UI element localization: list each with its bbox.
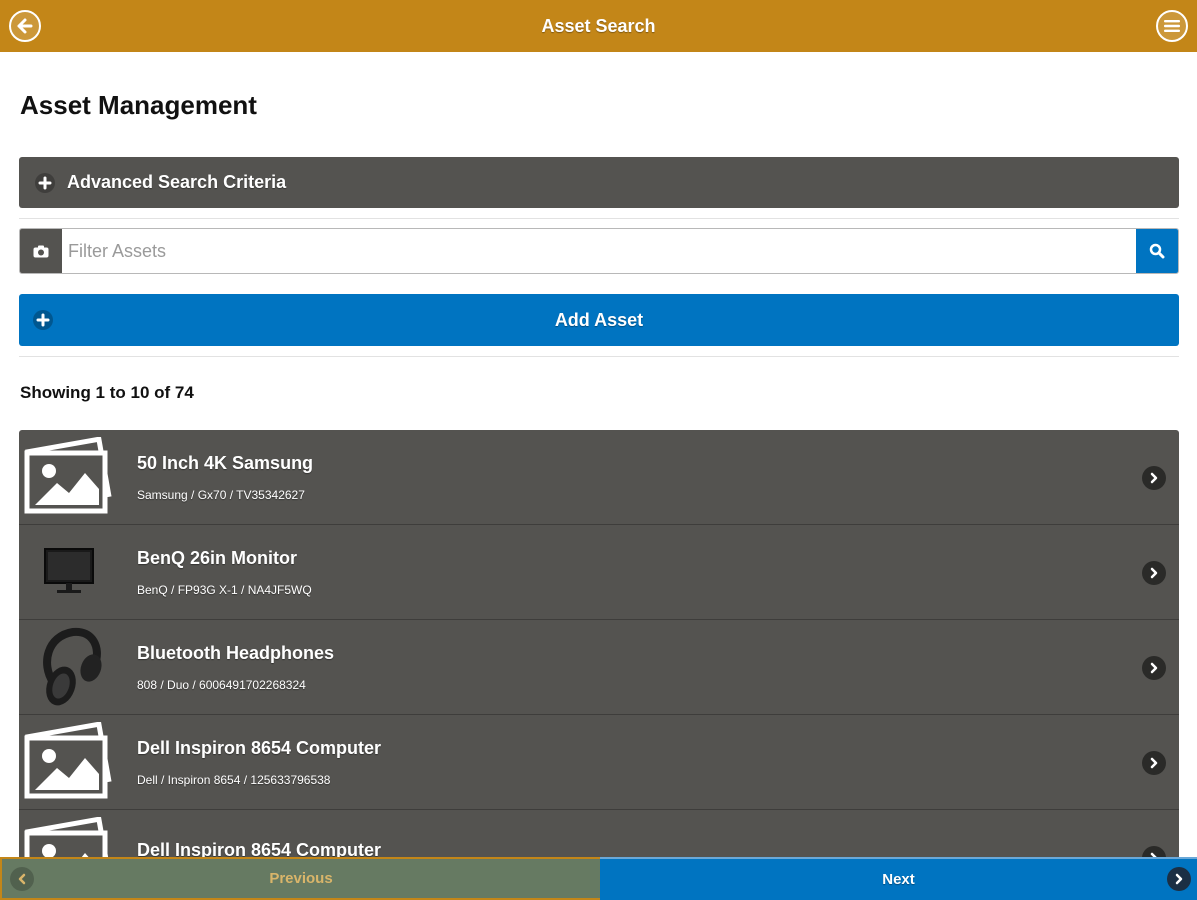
chevron-right-icon — [1142, 751, 1166, 775]
camera-button[interactable] — [20, 229, 62, 273]
divider — [19, 356, 1179, 357]
placeholder-image-icon — [19, 717, 119, 807]
results-summary: Showing 1 to 10 of 74 — [20, 383, 194, 402]
search-icon — [1149, 243, 1165, 259]
pagination-bar: Previous Next — [0, 857, 1197, 900]
headphones-photo — [19, 622, 119, 712]
plus-icon — [33, 310, 53, 330]
asset-list: 50 Inch 4K Samsung Samsung / Gx70 / TV35… — [19, 430, 1179, 857]
previous-label: Previous — [269, 870, 333, 887]
list-item[interactable]: Bluetooth Headphones 808 / Duo / 6006491… — [19, 620, 1179, 715]
placeholder-image-icon — [19, 812, 119, 857]
chevron-left-icon — [10, 867, 34, 891]
chevron-right-icon — [1167, 867, 1191, 891]
asset-details: Samsung / Gx70 / TV35342627 — [137, 487, 305, 502]
asset-name: BenQ 26in Monitor — [137, 547, 298, 568]
add-asset-button[interactable]: Add Asset — [19, 294, 1179, 346]
asset-details: 808 / Duo / 6006491702268324 — [137, 677, 306, 692]
divider — [19, 218, 1179, 219]
chevron-right-icon — [1142, 656, 1166, 680]
header-title: Asset Search — [541, 15, 656, 36]
search-button[interactable] — [1136, 229, 1178, 273]
filter-assets-input[interactable] — [62, 229, 1136, 273]
next-button[interactable]: Next — [600, 857, 1197, 900]
filter-bar — [19, 228, 1179, 274]
add-asset-label: Add Asset — [554, 309, 644, 330]
camera-icon — [33, 245, 49, 257]
advanced-search-label: Advanced Search Criteria — [67, 172, 287, 192]
advanced-search-toggle[interactable]: Advanced Search Criteria — [19, 157, 1179, 208]
chevron-right-icon — [1142, 561, 1166, 585]
placeholder-image-icon — [19, 432, 119, 522]
asset-details: Dell / Inspiron 8654 / 125633796538 — [137, 772, 331, 787]
list-item[interactable]: BenQ 26in Monitor BenQ / FP93G X-1 / NA4… — [19, 525, 1179, 620]
monitor-photo — [19, 527, 119, 617]
app-header: Asset Search — [0, 0, 1197, 52]
plus-icon — [35, 172, 55, 193]
asset-name: 50 Inch 4K Samsung — [137, 452, 314, 473]
asset-name: Dell Inspiron 8654 Computer — [137, 737, 382, 758]
list-item[interactable]: Dell Inspiron 8654 Computer Dell / Inspi… — [19, 715, 1179, 810]
list-item[interactable]: 50 Inch 4K Samsung Samsung / Gx70 / TV35… — [19, 430, 1179, 525]
asset-name: Dell Inspiron 8654 Computer — [137, 839, 382, 858]
previous-button[interactable]: Previous — [0, 857, 600, 900]
asset-details: BenQ / FP93G X-1 / NA4JF5WQ — [137, 582, 312, 597]
page-title: Asset Management — [20, 90, 257, 120]
hamburger-menu-icon — [1164, 20, 1180, 32]
chevron-right-icon — [1142, 466, 1166, 490]
chevron-right-icon — [1142, 846, 1166, 857]
list-item[interactable]: Dell Inspiron 8654 Computer — [19, 810, 1179, 857]
menu-button[interactable] — [1156, 10, 1188, 42]
back-button[interactable] — [9, 10, 41, 42]
back-arrow-icon — [17, 18, 33, 34]
asset-name: Bluetooth Headphones — [137, 642, 334, 663]
next-label: Next — [882, 871, 915, 888]
